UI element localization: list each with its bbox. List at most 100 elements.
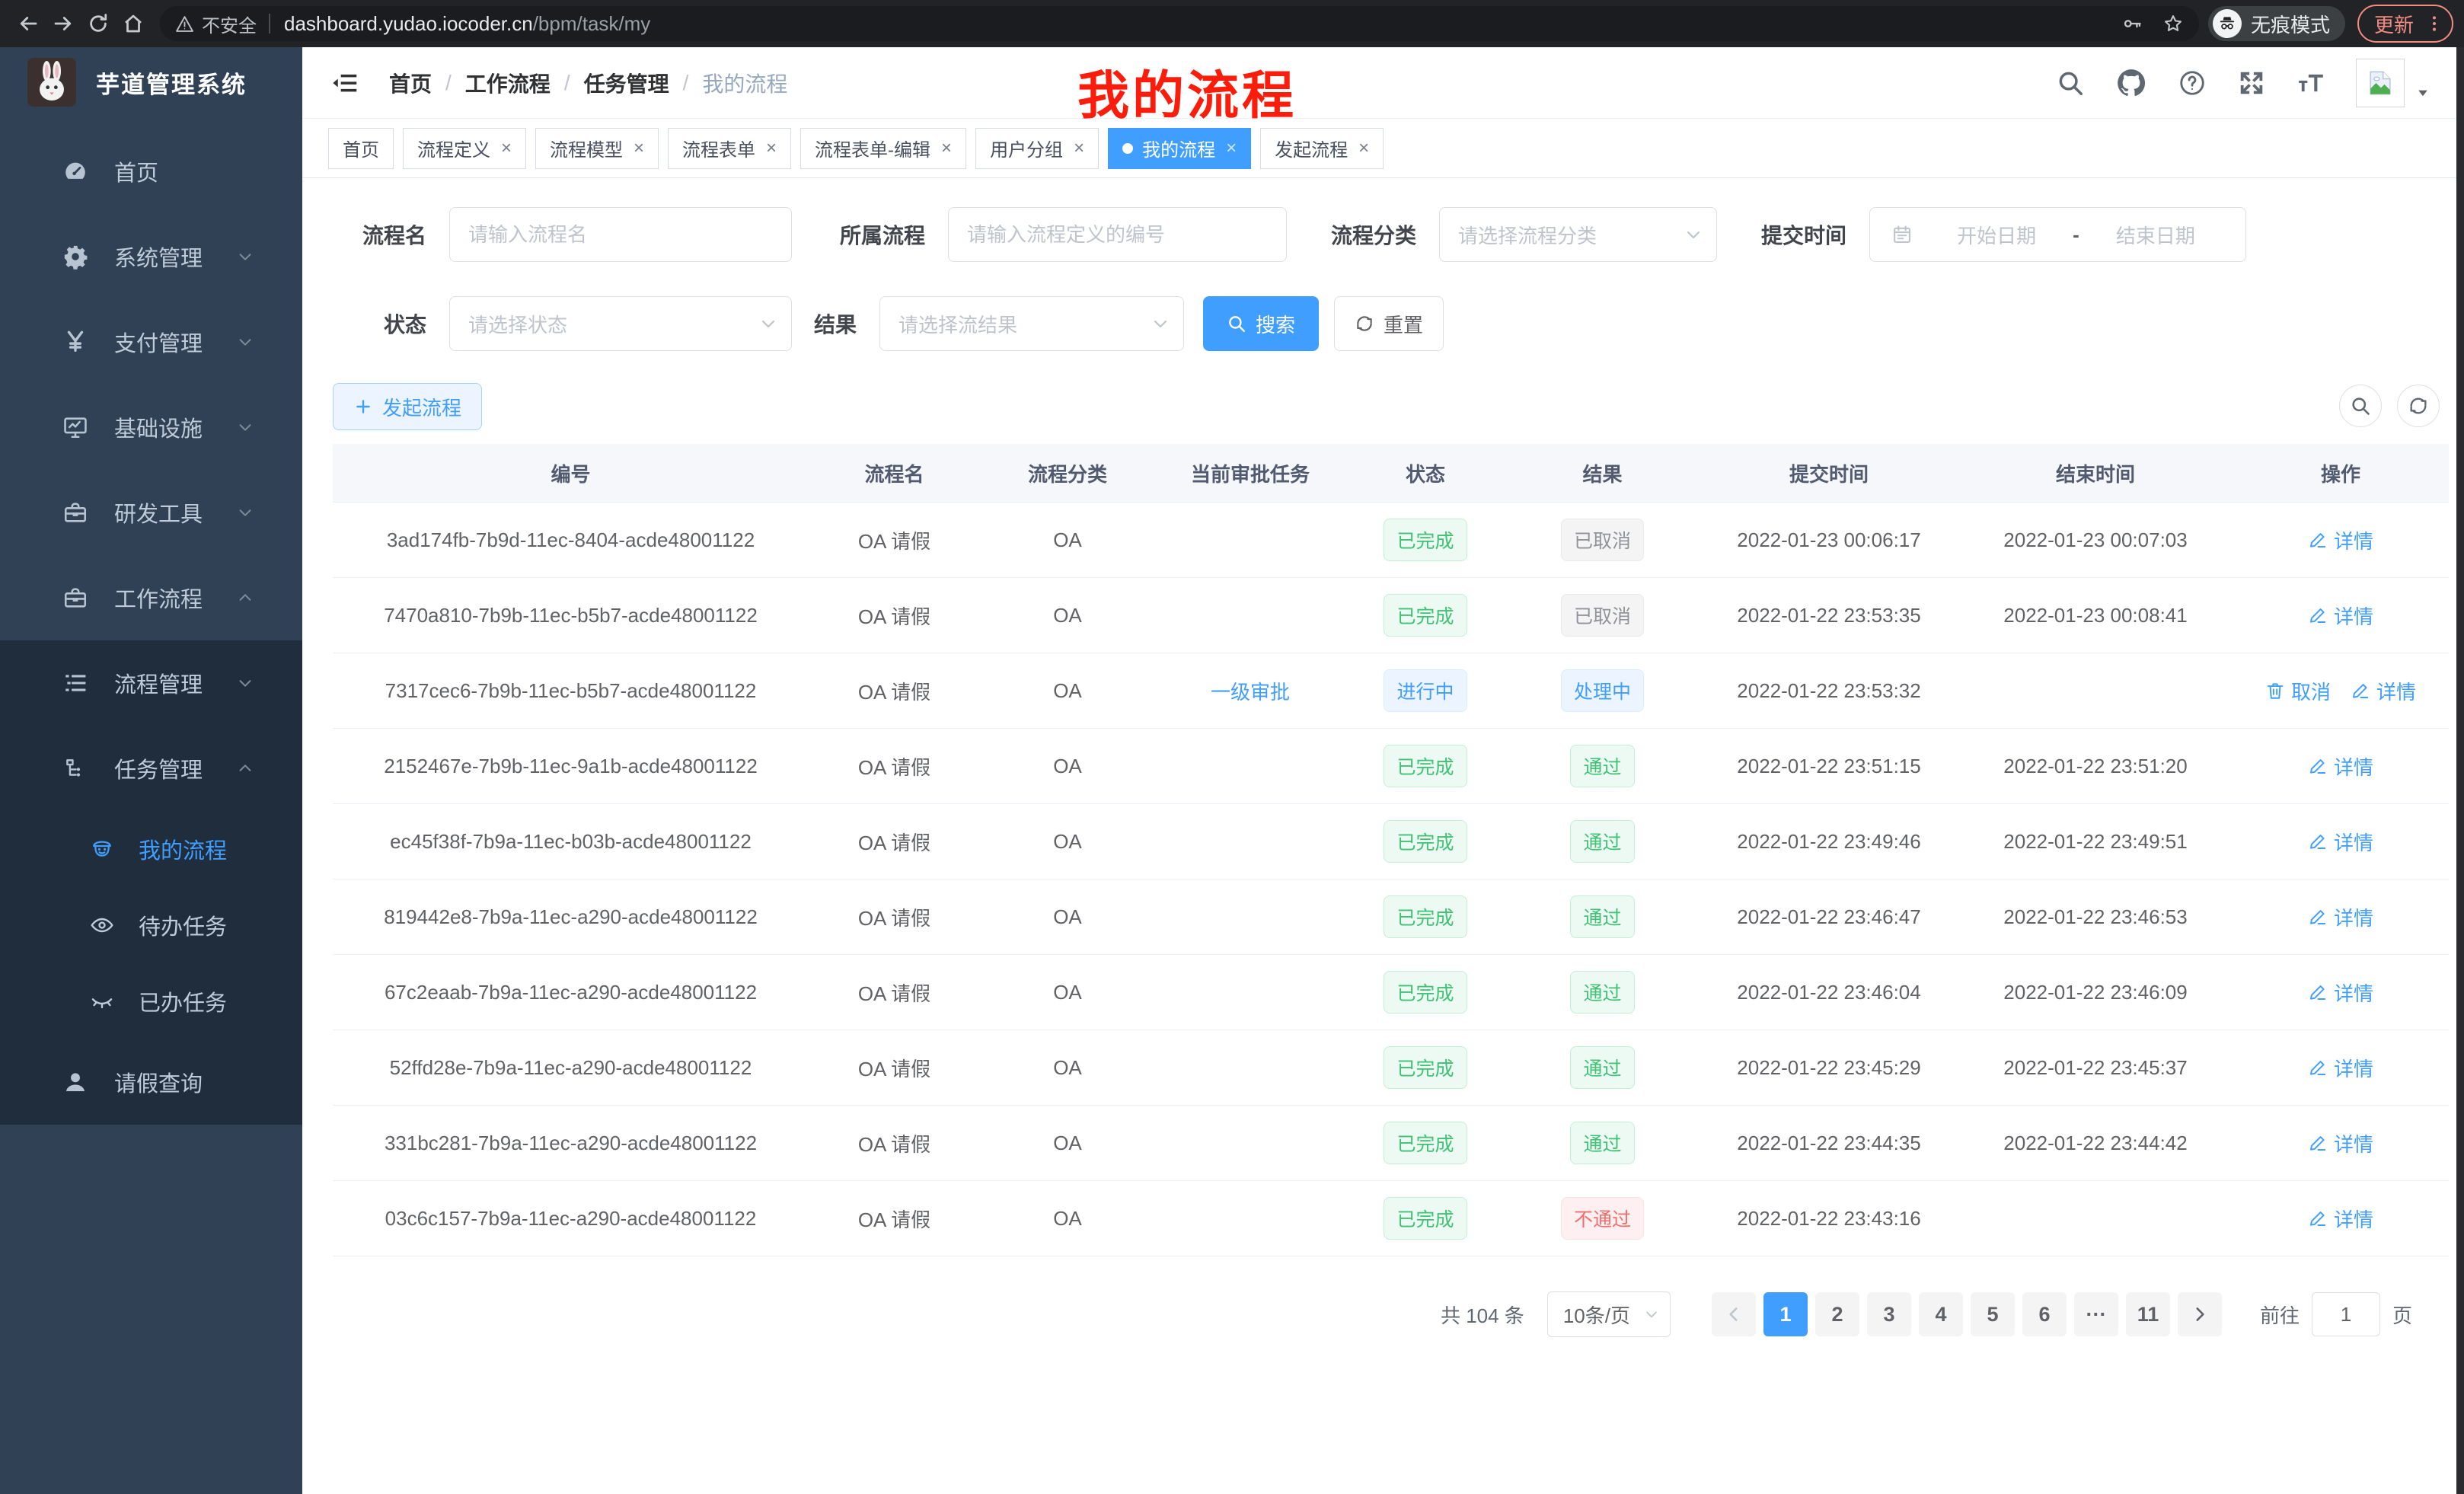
- result-placeholder: 请选择流结果: [898, 310, 1017, 338]
- page-size-select[interactable]: 10条/页: [1547, 1291, 1671, 1337]
- pencil-icon: [2308, 907, 2328, 927]
- pagination-next-button[interactable]: [2178, 1292, 2222, 1336]
- browser-forward-button[interactable]: [46, 6, 81, 41]
- chevron-down-icon: [237, 248, 254, 265]
- password-key-icon[interactable]: [2121, 13, 2143, 34]
- status-badge: 进行中: [1384, 669, 1467, 712]
- close-icon[interactable]: ×: [1226, 138, 1237, 159]
- close-icon[interactable]: ×: [766, 138, 777, 159]
- browser-reload-button[interactable]: [81, 6, 116, 41]
- app-logo[interactable]: 芋道管理系统: [0, 47, 302, 117]
- browser-menu-icon[interactable]: [2424, 14, 2444, 34]
- page-scrollbar[interactable]: [2456, 47, 2464, 1494]
- action-detail-link[interactable]: 详情: [2308, 1129, 2373, 1157]
- table-row: 03c6c157-7b9a-11ec-a290-acde48001122OA 请…: [333, 1180, 2449, 1256]
- breadcrumb-item[interactable]: 工作流程: [465, 68, 551, 98]
- breadcrumb-item[interactable]: 任务管理: [584, 68, 669, 98]
- action-detail-link[interactable]: 详情: [2308, 903, 2373, 931]
- bookmark-star-icon[interactable]: [2162, 13, 2184, 34]
- start-process-button[interactable]: 发起流程: [333, 383, 482, 430]
- avatar[interactable]: [2356, 59, 2405, 107]
- sidebar-item-done-tasks[interactable]: 已办任务: [0, 963, 302, 1039]
- help-button[interactable]: [2178, 69, 2207, 97]
- action-detail-link[interactable]: 详情: [2351, 677, 2416, 705]
- action-cancel-link[interactable]: 取消: [2265, 677, 2331, 705]
- action-detail-link[interactable]: 详情: [2308, 978, 2373, 1007]
- sidebar-item-payment[interactable]: 支付管理: [0, 299, 302, 385]
- header-search-button[interactable]: [2056, 69, 2085, 97]
- cell-result: 已取消: [1505, 519, 1700, 561]
- tab-process-definition[interactable]: 流程定义×: [403, 128, 526, 169]
- close-icon[interactable]: ×: [634, 138, 644, 159]
- sidebar-item-process-mgmt[interactable]: 流程管理: [0, 640, 302, 726]
- github-link-button[interactable]: [2115, 67, 2147, 99]
- browser-back-button[interactable]: [11, 6, 46, 41]
- sidebar-item-devtools[interactable]: 研发工具: [0, 470, 302, 555]
- fullscreen-button[interactable]: [2237, 69, 2266, 97]
- current-task-link[interactable]: 一级审批: [1211, 677, 1290, 705]
- result-badge: 通过: [1570, 895, 1634, 938]
- tab-home[interactable]: 首页: [328, 128, 394, 169]
- pencil-icon: [2308, 530, 2328, 550]
- search-button[interactable]: 搜索: [1203, 296, 1319, 351]
- pagination-prev-button[interactable]: [1712, 1292, 1756, 1336]
- status-select[interactable]: 请选择状态: [449, 296, 792, 351]
- sidebar-item-leave-query[interactable]: 请假查询: [0, 1039, 302, 1125]
- close-icon[interactable]: ×: [941, 138, 952, 159]
- close-icon[interactable]: ×: [1074, 138, 1084, 159]
- tab-user-group[interactable]: 用户分组×: [975, 128, 1099, 169]
- submit-time-range-picker[interactable]: 开始日期 - 结束日期: [1869, 207, 2246, 262]
- active-tab-dot: [1122, 143, 1133, 154]
- sidebar-item-system[interactable]: 系统管理: [0, 214, 302, 299]
- breadcrumb-item[interactable]: 首页: [389, 68, 432, 98]
- cell-id: 03c6c157-7b9a-11ec-a290-acde48001122: [333, 1207, 809, 1231]
- tab-process-form-edit[interactable]: 流程表单-编辑×: [800, 128, 966, 169]
- tab-start-process[interactable]: 发起流程×: [1260, 128, 1384, 169]
- process-definition-input[interactable]: [948, 207, 1287, 262]
- reset-button[interactable]: 重置: [1334, 296, 1444, 351]
- pagination-page-2[interactable]: 2: [1815, 1292, 1859, 1336]
- tab-process-model[interactable]: 流程模型×: [535, 128, 659, 169]
- user-menu[interactable]: [2356, 59, 2430, 107]
- font-size-button[interactable]: [2296, 69, 2325, 97]
- refresh-table-button[interactable]: [2397, 385, 2440, 427]
- sidebar-item-my-process[interactable]: 我的流程: [0, 811, 302, 887]
- close-icon[interactable]: ×: [1358, 138, 1369, 159]
- sidebar-item-home[interactable]: 首页: [0, 129, 302, 214]
- pagination-page-4[interactable]: 4: [1919, 1292, 1963, 1336]
- goto-page-input[interactable]: [2312, 1292, 2380, 1336]
- chevron-down-icon: [1684, 225, 1703, 244]
- action-detail-link[interactable]: 详情: [2308, 526, 2373, 554]
- breadcrumb: 首页/工作流程/任务管理/我的流程: [389, 68, 787, 98]
- browser-home-button[interactable]: [116, 6, 151, 41]
- pagination-page-6[interactable]: 6: [2022, 1292, 2067, 1336]
- close-icon[interactable]: ×: [501, 138, 512, 159]
- sidebar-collapse-button[interactable]: [328, 65, 363, 101]
- pagination-page-11[interactable]: 11: [2126, 1292, 2170, 1336]
- action-detail-link[interactable]: 详情: [2308, 1205, 2373, 1233]
- pagination-page-1[interactable]: 1: [1763, 1292, 1808, 1336]
- category-select[interactable]: 请选择流程分类: [1439, 207, 1717, 262]
- sidebar-item-todo-tasks[interactable]: 待办任务: [0, 887, 302, 963]
- chevron-down-icon: [237, 675, 254, 691]
- cell-id: 67c2eaab-7b9a-11ec-a290-acde48001122: [333, 981, 809, 1004]
- tab-my-process[interactable]: 我的流程×: [1108, 128, 1251, 169]
- tab-process-form[interactable]: 流程表单×: [668, 128, 791, 169]
- result-badge: 通过: [1570, 820, 1634, 863]
- pagination-ellipsis[interactable]: ···: [2074, 1292, 2118, 1336]
- action-detail-link[interactable]: 详情: [2308, 1054, 2373, 1082]
- action-detail-link[interactable]: 详情: [2308, 752, 2373, 781]
- pagination-page-3[interactable]: 3: [1867, 1292, 1911, 1336]
- action-detail-link[interactable]: 详情: [2308, 602, 2373, 630]
- pagination-page-5[interactable]: 5: [1971, 1292, 2015, 1336]
- sidebar-item-task-mgmt[interactable]: 任务管理: [0, 726, 302, 811]
- toggle-search-button[interactable]: [2339, 385, 2382, 427]
- process-name-input[interactable]: [449, 207, 792, 262]
- update-button[interactable]: 更新: [2357, 5, 2453, 43]
- sidebar-item-workflow[interactable]: 工作流程: [0, 555, 302, 640]
- sidebar-item-infrastructure[interactable]: 基础设施: [0, 385, 302, 470]
- address-bar[interactable]: 不安全 dashboard.yudao.iocoder.cn/bpm/task/…: [160, 6, 2199, 41]
- sidebar: 芋道管理系统 首页系统管理支付管理基础设施研发工具工作流程流程管理任务管理我的流…: [0, 47, 302, 1494]
- result-select[interactable]: 请选择流结果: [879, 296, 1184, 351]
- action-detail-link[interactable]: 详情: [2308, 828, 2373, 856]
